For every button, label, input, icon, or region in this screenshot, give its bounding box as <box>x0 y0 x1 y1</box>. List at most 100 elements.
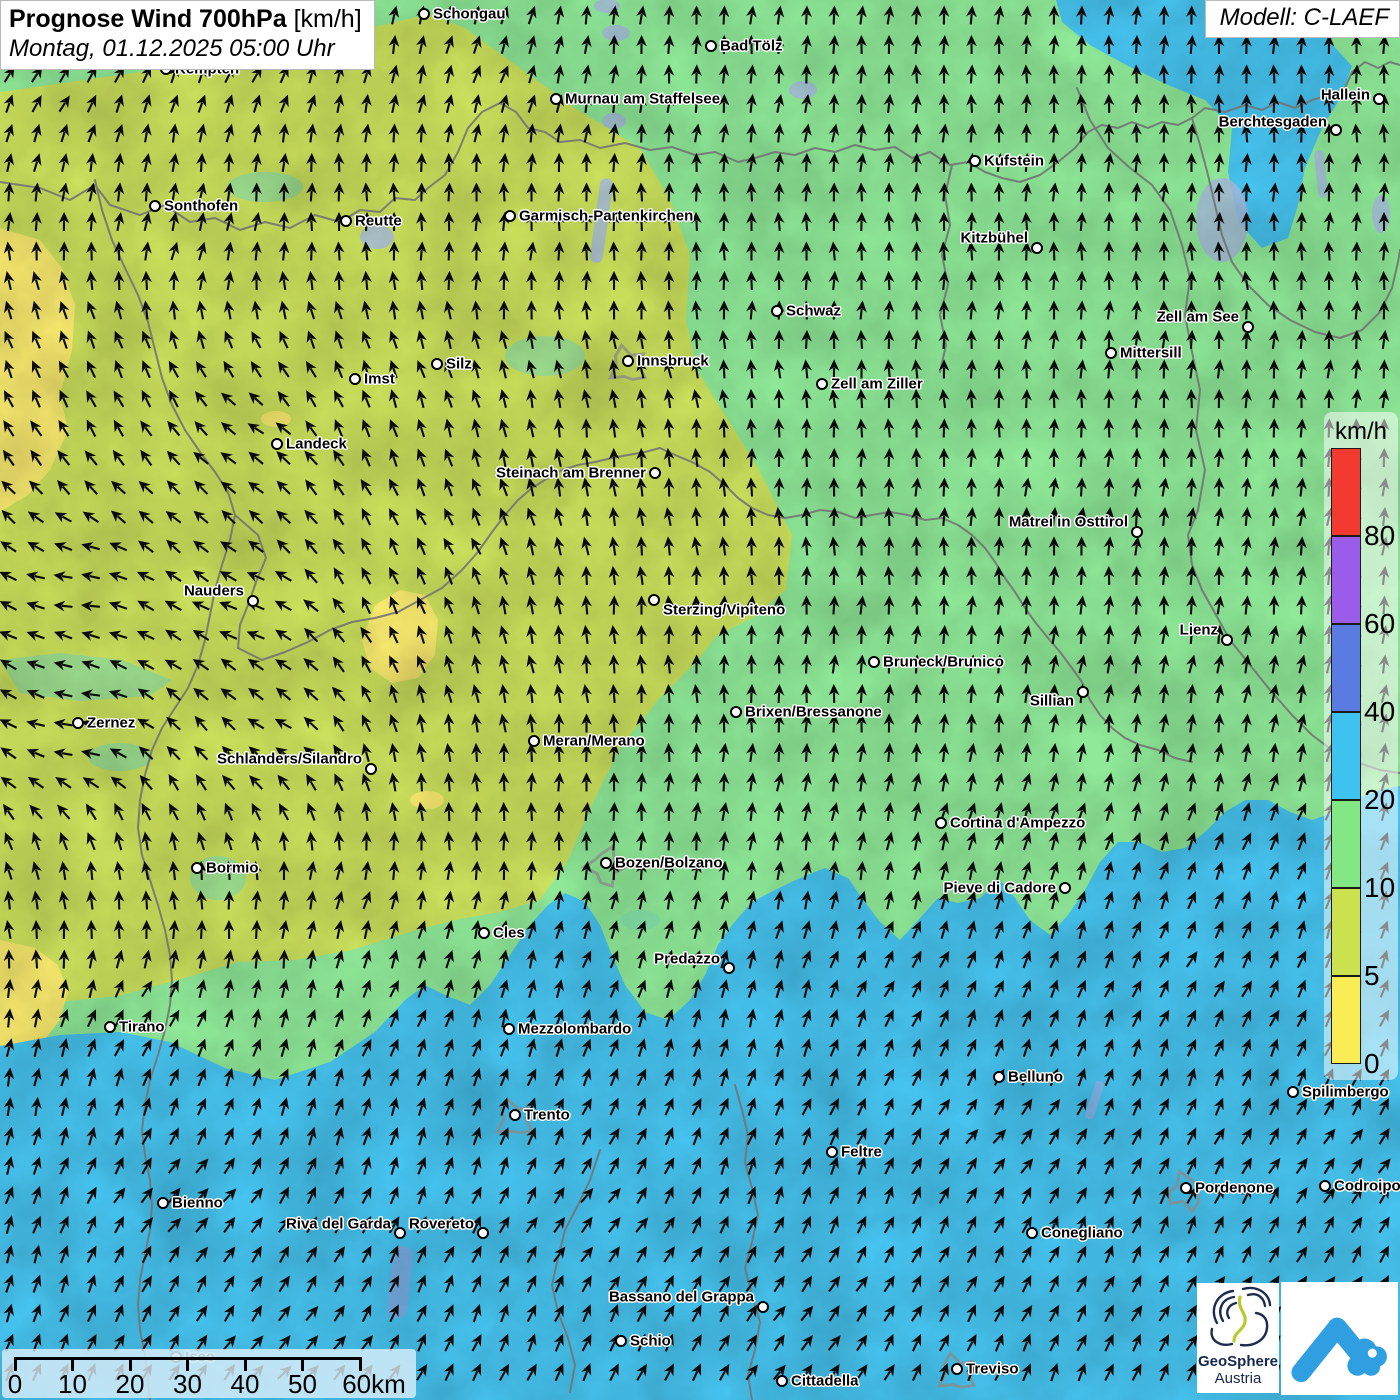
scale-bar-label: 40 <box>231 1369 260 1400</box>
city-marker-icon <box>247 595 259 607</box>
brand-country-name: Austria <box>1197 1370 1279 1387</box>
city-marker-icon <box>1105 347 1117 359</box>
city-marker-icon <box>1180 1182 1192 1194</box>
city-marker-icon <box>993 1071 1005 1083</box>
city-marker-icon <box>951 1363 963 1375</box>
scale-bar-label: 20 <box>116 1369 145 1400</box>
city-label: Sillian <box>1030 693 1074 710</box>
city-label: Bienno <box>172 1195 223 1212</box>
city-marker-icon <box>528 735 540 747</box>
city-marker-icon <box>1242 321 1254 333</box>
legend-tick-label: 10 <box>1364 874 1395 902</box>
city-label: Matrei in Osttirol <box>1009 514 1128 531</box>
city-marker-icon <box>600 857 612 869</box>
city-marker-icon <box>1077 686 1089 698</box>
city-label: Tirano <box>119 1019 165 1036</box>
city-label: Innsbruck <box>637 353 709 370</box>
city-label: Cortina d'Ampezzo <box>950 815 1085 832</box>
city-label: Conegliano <box>1041 1225 1123 1242</box>
city-layer: SchongauBad TölzKemptenMurnau am Staffel… <box>0 0 1400 1400</box>
legend-tick-label: 80 <box>1364 522 1395 550</box>
city-label: Spilimbergo <box>1302 1084 1389 1101</box>
city-marker-icon <box>365 763 377 775</box>
legend-color-band <box>1331 624 1361 712</box>
city-marker-icon <box>431 358 443 370</box>
scale-bar-label: 50 <box>288 1369 317 1400</box>
city-label: Meran/Merano <box>543 733 645 750</box>
city-label: Sterzing/Vipiteno <box>663 602 785 619</box>
distance-scale-bar: 0102030405060km <box>2 1349 416 1398</box>
city-marker-icon <box>776 1375 788 1387</box>
scale-bar-label: 10 <box>58 1369 87 1400</box>
city-label: Schongau <box>433 6 506 23</box>
model-label: Modell: C-LAEF <box>1205 0 1400 38</box>
city-marker-icon <box>1031 242 1043 254</box>
city-marker-icon <box>72 717 84 729</box>
city-marker-icon <box>868 656 880 668</box>
city-label: Bruneck/Brunico <box>883 654 1004 671</box>
city-label: Zernez <box>87 715 135 732</box>
city-label: Cles <box>493 925 525 942</box>
city-label: Pordenone <box>1195 1180 1273 1197</box>
city-marker-icon <box>935 817 947 829</box>
city-marker-icon <box>349 373 361 385</box>
city-label: Brixen/Bressanone <box>745 704 882 721</box>
city-marker-icon <box>503 1023 515 1035</box>
city-marker-icon <box>1373 93 1385 105</box>
city-marker-icon <box>826 1146 838 1158</box>
city-marker-icon <box>191 862 203 874</box>
city-label: Lienz <box>1180 622 1218 639</box>
city-marker-icon <box>969 155 981 167</box>
city-marker-icon <box>504 210 516 222</box>
city-label: Belluno <box>1008 1069 1063 1086</box>
map-title: Prognose Wind 700hPa [km/h] <box>9 5 362 34</box>
weather-app-icon-box <box>1281 1282 1398 1395</box>
city-marker-icon <box>1221 634 1233 646</box>
city-label: Garmisch-Partenkirchen <box>519 208 693 225</box>
title-parameter: Prognose Wind 700hPa <box>9 5 287 33</box>
city-label: Schwaz <box>786 303 841 320</box>
city-label: Nauders <box>184 583 244 600</box>
city-marker-icon <box>705 40 717 52</box>
city-label: Pieve di Cadore <box>943 880 1056 897</box>
legend-color-band <box>1331 800 1361 888</box>
city-label: Mezzolombardo <box>518 1021 631 1038</box>
city-label: Trento <box>524 1107 570 1124</box>
legend-color-band <box>1331 448 1361 536</box>
city-label: Feltre <box>841 1144 882 1161</box>
geosphere-logo-box: GeoSphere Austria <box>1197 1283 1279 1393</box>
city-marker-icon <box>1330 124 1342 136</box>
legend-color-band <box>1331 536 1361 624</box>
city-label: Schlanders/Silandro <box>217 751 362 768</box>
city-label: Murnau am Staffelsee <box>565 91 720 108</box>
city-marker-icon <box>509 1109 521 1121</box>
legend-color-band <box>1331 976 1361 1064</box>
city-label: Bad Tölz <box>720 38 783 55</box>
city-label: Bozen/Bolzano <box>615 855 723 872</box>
city-label: Cittadella <box>791 1373 859 1390</box>
city-label: Reutte <box>355 213 402 230</box>
city-label: Hallein <box>1321 87 1370 104</box>
city-label: Predazzo <box>654 951 720 968</box>
city-label: Sonthofen <box>164 198 238 215</box>
city-label: Kufstein <box>984 153 1044 170</box>
city-label: Zell am Ziller <box>831 376 923 393</box>
city-marker-icon <box>757 1301 769 1313</box>
city-marker-icon <box>394 1227 406 1239</box>
city-label: Berchtesgaden <box>1219 114 1327 131</box>
color-scale-legend: km/h 806040201050 <box>1324 412 1398 1080</box>
city-marker-icon <box>340 215 352 227</box>
title-unit: [km/h] <box>294 5 362 33</box>
city-marker-icon <box>478 927 490 939</box>
city-marker-icon <box>648 594 660 606</box>
city-marker-icon <box>615 1335 627 1347</box>
legend-unit-label: km/h <box>1324 418 1398 446</box>
city-label: Imst <box>364 371 395 388</box>
legend-tick-label: 5 <box>1364 962 1380 990</box>
city-marker-icon <box>550 93 562 105</box>
city-label: Silz <box>446 356 472 373</box>
legend-tick-label: 40 <box>1364 698 1395 726</box>
city-marker-icon <box>271 438 283 450</box>
city-marker-icon <box>1131 526 1143 538</box>
city-marker-icon <box>723 962 735 974</box>
